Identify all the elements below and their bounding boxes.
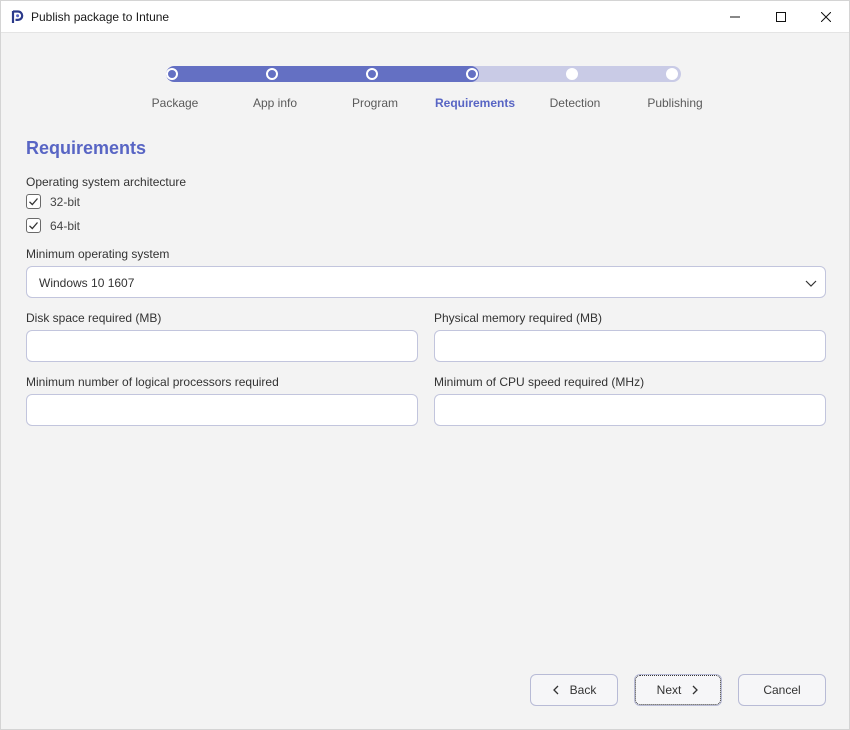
step-label-publishing[interactable]: Publishing	[625, 96, 725, 110]
disk-space-label: Disk space required (MB)	[26, 311, 162, 325]
step-label-app-info[interactable]: App info	[225, 96, 325, 110]
step-label-detection[interactable]: Detection	[525, 96, 625, 110]
step-dot-app-info	[266, 68, 278, 80]
publish-dialog: Publish package to Intune Package App in…	[0, 0, 850, 730]
next-button-label: Next	[656, 683, 682, 697]
disk-space-input[interactable]	[26, 330, 418, 362]
step-dot-package	[166, 68, 178, 80]
step-label-requirements[interactable]: Requirements	[425, 96, 525, 110]
cancel-button-label: Cancel	[763, 683, 801, 697]
physical-memory-input[interactable]	[434, 330, 826, 362]
maximize-icon	[776, 12, 786, 22]
title-bar: Publish package to Intune	[1, 1, 849, 33]
checkbox-64bit-row[interactable]: 64-bit	[26, 218, 80, 233]
min-os-value: Windows 10 1607	[39, 276, 135, 290]
close-button[interactable]	[803, 1, 849, 33]
checkbox-32bit[interactable]	[26, 194, 41, 209]
physical-memory-label: Physical memory required (MB)	[434, 311, 603, 325]
chevron-left-icon	[552, 685, 559, 695]
step-dot-detection	[566, 68, 578, 80]
wizard-progress-fill	[166, 66, 479, 82]
checkbox-64bit-label: 64-bit	[50, 218, 81, 233]
cpu-speed-label: Minimum of CPU speed required (MHz)	[434, 375, 645, 389]
minimize-icon	[730, 16, 740, 18]
chevron-right-icon	[692, 685, 699, 695]
checkbox-32bit-row[interactable]: 32-bit	[26, 194, 80, 209]
checkmark-icon	[29, 198, 38, 206]
checkbox-32bit-label: 32-bit	[50, 194, 81, 209]
logical-processors-input[interactable]	[26, 394, 418, 426]
step-dot-program	[366, 68, 378, 80]
app-logo-icon	[10, 10, 24, 24]
back-button[interactable]: Back	[530, 674, 618, 706]
checkmark-icon	[29, 222, 38, 230]
page-title: Requirements	[26, 138, 147, 158]
checkbox-64bit[interactable]	[26, 218, 41, 233]
min-os-label: Minimum operating system	[26, 247, 170, 261]
min-os-select[interactable]: Windows 10 1607	[26, 266, 826, 298]
close-icon	[821, 12, 831, 22]
cpu-speed-input[interactable]	[434, 394, 826, 426]
architecture-label: Operating system architecture	[26, 175, 187, 189]
step-label-program[interactable]: Program	[325, 96, 425, 110]
cancel-button[interactable]: Cancel	[738, 674, 826, 706]
chevron-down-icon	[805, 277, 817, 291]
maximize-button[interactable]	[758, 1, 804, 33]
wizard-progress-track	[166, 66, 681, 82]
step-label-package[interactable]: Package	[125, 96, 225, 110]
window-title: Publish package to Intune	[31, 10, 170, 24]
minimize-button[interactable]	[712, 1, 758, 33]
next-button[interactable]: Next	[634, 674, 722, 706]
step-dot-requirements	[466, 68, 478, 80]
logical-processors-label: Minimum number of logical processors req…	[26, 375, 279, 389]
step-dot-publishing	[666, 68, 678, 80]
back-button-label: Back	[569, 683, 597, 697]
